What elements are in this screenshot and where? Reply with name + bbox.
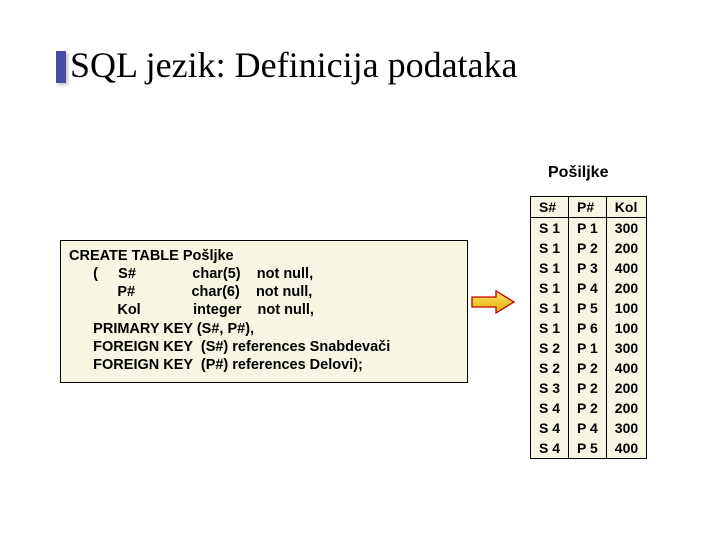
- table-row: S 4P 5400: [531, 438, 647, 459]
- table-cell: 100: [606, 318, 646, 338]
- table-cell: P 4: [569, 278, 607, 298]
- table-cell: S 1: [531, 238, 569, 258]
- table-cell: S 1: [531, 298, 569, 318]
- code-line: PRIMARY KEY (S#, P#),: [93, 321, 254, 337]
- table-row: S 4P 4300: [531, 418, 647, 438]
- table-cell: P 6: [569, 318, 607, 338]
- table-cell: S 4: [531, 438, 569, 459]
- table-cell: S 4: [531, 418, 569, 438]
- table-cell: 200: [606, 238, 646, 258]
- table-row: S 1P 3400: [531, 258, 647, 278]
- col-header: S#: [531, 197, 569, 218]
- posiljke-table: S# P# Kol S 1P 1300S 1P 2200S 1P 3400S 1…: [530, 196, 647, 459]
- table-row: S 2P 2400: [531, 358, 647, 378]
- table-cell: S 1: [531, 278, 569, 298]
- table-cell: 400: [606, 438, 646, 459]
- table-caption: Pošiljke: [548, 164, 608, 182]
- table-cell: S 1: [531, 318, 569, 338]
- arrow-right-icon: [470, 288, 516, 316]
- col-header: P#: [569, 197, 607, 218]
- col-header: Kol: [606, 197, 646, 218]
- sql-code-box: CREATE TABLE Pošljke ( S# char(5) not nu…: [60, 240, 468, 383]
- table-cell: 400: [606, 258, 646, 278]
- code-line: Kol integer not null,: [117, 302, 314, 318]
- table-cell: P 4: [569, 418, 607, 438]
- table-cell: S 4: [531, 398, 569, 418]
- table-cell: 300: [606, 418, 646, 438]
- table-row: S 1P 1300: [531, 218, 647, 239]
- code-line: FOREIGN KEY (S#) references Snabdevači: [93, 339, 390, 355]
- table-cell: 100: [606, 298, 646, 318]
- table-row: S 2P 1300: [531, 338, 647, 358]
- table-row: S 1P 6100: [531, 318, 647, 338]
- table-cell: 300: [606, 218, 646, 239]
- table-cell: 200: [606, 378, 646, 398]
- table-cell: S 1: [531, 218, 569, 239]
- table-cell: 200: [606, 278, 646, 298]
- table-cell: P 3: [569, 258, 607, 278]
- table-cell: S 1: [531, 258, 569, 278]
- table-cell: P 1: [569, 218, 607, 239]
- table-cell: S 2: [531, 338, 569, 358]
- table-row: S 1P 4200: [531, 278, 647, 298]
- table-cell: P 5: [569, 438, 607, 459]
- table-cell: 300: [606, 338, 646, 358]
- table-cell: 200: [606, 398, 646, 418]
- slide-title-block: SQL jezik: Definicija podataka: [70, 44, 518, 86]
- code-line: ( S# char(5) not null,: [93, 266, 313, 282]
- table-cell: P 2: [569, 238, 607, 258]
- code-line: FOREIGN KEY (P#) references Delovi);: [93, 357, 363, 373]
- slide-title: SQL jezik: Definicija podataka: [70, 44, 518, 86]
- table-cell: 400: [606, 358, 646, 378]
- table-cell: P 2: [569, 398, 607, 418]
- table-row: S 4P 2200: [531, 398, 647, 418]
- table-row: S 1P 2200: [531, 238, 647, 258]
- table-cell: S 2: [531, 358, 569, 378]
- table-cell: P 1: [569, 338, 607, 358]
- table-cell: P 2: [569, 378, 607, 398]
- table-cell: S 3: [531, 378, 569, 398]
- code-line: CREATE TABLE Pošljke: [69, 248, 234, 264]
- table-cell: P 2: [569, 358, 607, 378]
- title-accent-bar: [56, 51, 66, 83]
- code-line: P# char(6) not null,: [117, 284, 312, 300]
- table-row: S 3P 2200: [531, 378, 647, 398]
- table-cell: P 5: [569, 298, 607, 318]
- table-row: S 1P 5100: [531, 298, 647, 318]
